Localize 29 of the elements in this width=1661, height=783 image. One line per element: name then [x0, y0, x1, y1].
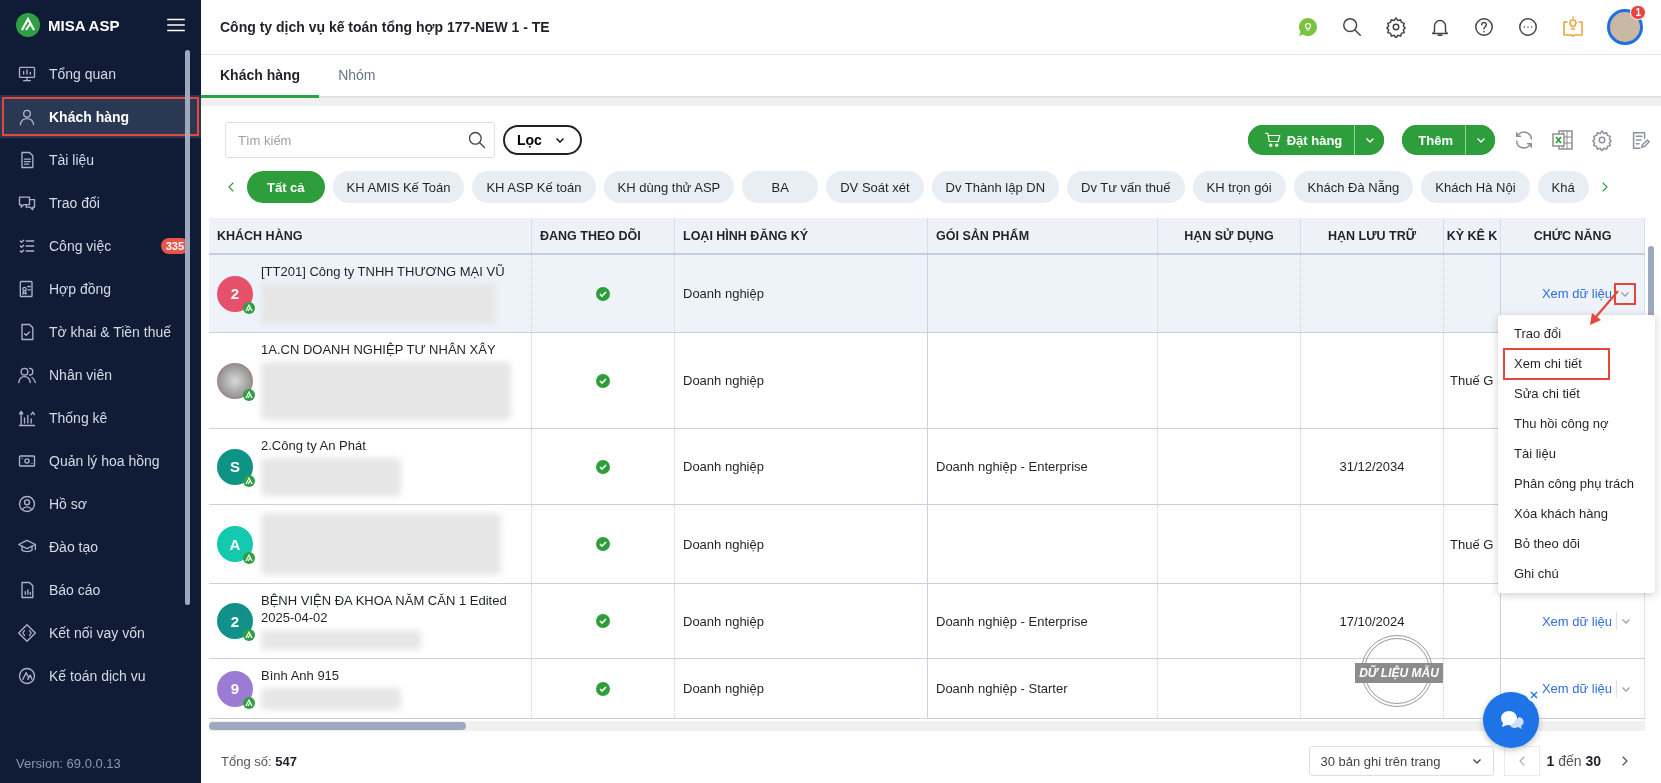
registration-type: Doanh nghiệp [683, 613, 764, 629]
product-package: Doanh nghiệp - Starter [936, 681, 1068, 696]
avatar-circle: A [217, 526, 253, 562]
company-title: Công ty dịch vụ kế toán tổng hợp 177-NEW 1 - TE [220, 19, 551, 35]
customer-name: 2.Công ty An Phát [261, 437, 367, 454]
registration-type: Doanh nghiệp [683, 373, 764, 388]
registration-type: Doanh nghiệp [683, 536, 764, 552]
registration-type: Doanh nghiệp [683, 286, 764, 301]
filing-period: Thuế G [1450, 373, 1494, 388]
version-label: Version: 69.0.0.13 [15, 754, 122, 773]
registration-type: Doanh nghiệp [683, 681, 764, 696]
storage-date: 31/12/2034 [1339, 459, 1405, 474]
customer-name: BỆNH VIỆN ĐA KHOA NĂM CĂN 1 Edited 2025-04-02 [261, 592, 508, 626]
filing-period: Thuế G [1450, 536, 1494, 552]
product-package: Doanh nghiệp - Enterprise [936, 613, 1088, 629]
customer-name: [TT201] Công ty TNHH THƯƠNG MẠI VŨ [261, 263, 506, 280]
brand-name: MISA ASP [48, 16, 121, 34]
registration-type: Doanh nghiệp [683, 459, 764, 474]
storage-date: 17/10/2024 [1339, 613, 1405, 629]
product-package: Doanh nghiệp - Enterprise [936, 459, 1088, 474]
total-count: Tổng số: 547 [221, 753, 297, 769]
customer-name: Bình Anh 915 [261, 667, 341, 684]
page-range: 1 đến 30 [1545, 753, 1602, 769]
notification-badge: 1 [1630, 5, 1646, 20]
avatar-circle: 9 [217, 670, 253, 707]
avatar-circle: 2 [217, 603, 253, 639]
avatar-circle: S [217, 448, 253, 485]
avatar-circle: 2 [217, 275, 253, 312]
customer-name: 1A.CN DOANH NGHIỆP TƯ NHÂN XÂY [261, 341, 497, 358]
